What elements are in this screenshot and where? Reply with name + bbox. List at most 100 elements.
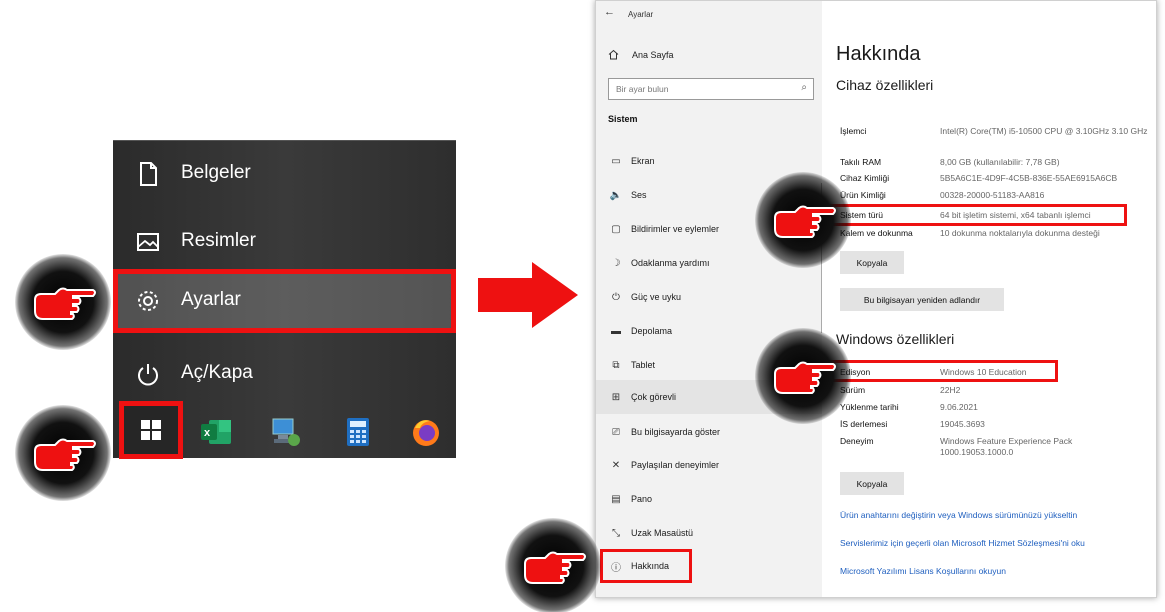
nav-item-label: Tablet — [631, 360, 656, 370]
document-icon — [140, 162, 157, 186]
highlight-box-sistem-turu — [829, 204, 1127, 226]
gear-icon — [138, 291, 158, 311]
search-icon: ⌕ — [801, 82, 807, 93]
nav-item-label: Pano — [631, 494, 653, 504]
arrow-right-icon — [478, 262, 578, 328]
nav-item-label: Odaklanma yardımı — [631, 258, 710, 268]
pictures-icon — [137, 233, 159, 251]
start-item-label: Aç/Kapa — [181, 362, 253, 383]
focus-assist-icon: ☽ — [611, 257, 621, 269]
window-title: Ayarlar — [628, 10, 654, 19]
start-item-belgeler[interactable]: Belgeler — [113, 143, 456, 205]
calculator-icon — [347, 418, 369, 446]
home-icon — [608, 49, 619, 60]
windows-specs-title: Windows özellikleri — [836, 331, 955, 347]
copy-button-device[interactable]: Kopyala — [840, 251, 904, 274]
nav-item-pano[interactable]: ▤ Pano — [596, 482, 822, 516]
settings-content-pane: Hakkında Cihaz özellikleri İşlemci Intel… — [822, 1, 1156, 597]
nav-item-label: Uzak Masaüstü — [631, 528, 694, 538]
nav-section-title: Sistem — [608, 114, 638, 124]
taskbar-excel[interactable]: x — [193, 409, 239, 455]
page-title: Hakkında — [836, 43, 921, 65]
spec-value: 00328-20000-51183-AA816 — [940, 190, 1045, 200]
spec-key: İşlemci — [840, 126, 867, 136]
firefox-icon — [413, 420, 439, 446]
pointer-hand-edisyon — [755, 328, 851, 424]
start-item-ac-kapa[interactable]: Aç/Kapa — [113, 343, 456, 405]
nav-item-guc[interactable]: ⏻ Güç ve uyku — [596, 280, 822, 314]
taskbar: x — [113, 401, 456, 459]
pointing-hand-icon — [774, 361, 836, 394]
spec-value: 19045.3693 — [940, 419, 985, 429]
windows-start-icon — [141, 420, 161, 440]
start-item-ayarlar[interactable]: Ayarlar — [113, 269, 456, 333]
device-specs-title: Cihaz özellikleri — [836, 77, 934, 93]
sound-icon: 🔈 — [609, 189, 623, 201]
pointing-hand-icon — [524, 551, 586, 584]
start-button[interactable] — [119, 401, 183, 459]
highlight-box-edisyon — [829, 360, 1058, 382]
tutorial-composite: Belgeler Resimler Ayarlar Aç/Kapa x ← Ay… — [0, 0, 1165, 612]
start-item-label: Ayarlar — [181, 289, 241, 310]
remote-desktop-icon: ⤡ — [612, 527, 620, 539]
svg-text:x: x — [204, 427, 211, 439]
spec-value: 5B5A6C1E-4D9F-4C5B-836E-55AE6915A6CB — [940, 173, 1118, 183]
nav-home[interactable]: Ana Sayfa — [608, 49, 674, 60]
pointing-hand-icon — [34, 287, 96, 320]
nav-item-label: Ses — [631, 190, 647, 200]
link-product-key[interactable]: Ürün anahtarını değiştirin veya Windows … — [840, 510, 1077, 520]
spec-value: 8,00 GB (kullanılabilir: 7,78 GB) — [940, 157, 1060, 167]
settings-window: ← Ayarlar Ana Sayfa Bir ayar bulun ⌕ Sis… — [595, 0, 1157, 598]
nav-item-label: Ekran — [631, 156, 655, 166]
pointer-hand-hakkinda — [505, 518, 601, 612]
back-arrow-icon[interactable]: ← — [604, 6, 615, 18]
power-sleep-icon: ⏻ — [612, 291, 620, 303]
spec-key: Yüklenme tarihi — [840, 402, 899, 412]
nav-item-label: Bildirimler ve eylemler — [631, 224, 720, 234]
nav-item-ekran[interactable]: ▭ Ekran — [596, 144, 822, 178]
rename-pc-button[interactable]: Bu bilgisayarı yeniden adlandır — [840, 288, 1004, 311]
spec-value: Windows Feature Experience Pack 1000.190… — [940, 436, 1073, 457]
spec-key: İS derlemesi — [840, 419, 888, 429]
start-menu: Belgeler Resimler Ayarlar Aç/Kapa x — [113, 140, 456, 459]
multitasking-icon: ⊞ — [611, 391, 621, 403]
highlight-box-hakkinda — [600, 549, 692, 583]
spec-value: Intel(R) Core(TM) i5-10500 CPU @ 3.10GHz… — [940, 126, 1148, 136]
pointing-hand-icon — [34, 438, 96, 471]
nav-item-uzak-masaustu[interactable]: ⤡ Uzak Masaüstü — [596, 516, 822, 550]
pointer-hand-ayarlar — [15, 254, 111, 350]
link-license-terms[interactable]: Microsoft Yazılımı Lisans Koşullarını ok… — [840, 566, 1006, 576]
nav-item-label: Bu bilgisayarda göster — [631, 427, 721, 437]
settings-search-input[interactable]: Bir ayar bulun ⌕ — [608, 78, 814, 100]
shared-experiences-icon: ✕ — [611, 459, 621, 471]
spec-key: Ürün Kimliği — [840, 190, 886, 200]
spec-value: 22H2 — [940, 385, 961, 395]
copy-button-windows[interactable]: Kopyala — [840, 472, 904, 495]
spec-key: Cihaz Kimliği — [840, 173, 890, 183]
settings-nav-pane: ← Ayarlar Ana Sayfa Bir ayar bulun ⌕ Sis… — [596, 1, 822, 597]
taskbar-this-pc[interactable] — [263, 409, 309, 455]
nav-home-label: Ana Sayfa — [632, 49, 674, 60]
notifications-icon: ▢ — [611, 223, 621, 235]
taskbar-firefox[interactable] — [403, 409, 449, 455]
nav-item-label: Depolama — [631, 326, 673, 336]
excel-icon: x — [201, 420, 231, 444]
pointing-hand-icon — [774, 205, 836, 238]
pointer-hand-start — [15, 405, 111, 501]
nav-item-label: Çok görevli — [631, 392, 677, 402]
spec-key: Kalem ve dokunma — [840, 228, 913, 238]
clipboard-icon: ▤ — [611, 493, 621, 505]
spec-key: Deneyim — [840, 436, 874, 446]
projecting-icon: ⎚ — [612, 426, 620, 438]
spec-value: 9.06.2021 — [940, 402, 978, 412]
nav-item-paylasilan[interactable]: ✕ Paylaşılan deneyimler — [596, 448, 822, 482]
storage-icon: ▬ — [611, 325, 621, 337]
start-item-resimler[interactable]: Resimler — [113, 211, 456, 273]
search-placeholder: Bir ayar bulun — [616, 84, 669, 94]
spec-key: Takılı RAM — [840, 157, 882, 167]
power-icon — [138, 364, 158, 386]
start-item-label: Belgeler — [181, 162, 251, 183]
link-service-agreement[interactable]: Servislerimiz için geçerli olan Microsof… — [840, 538, 1085, 548]
taskbar-calculator[interactable] — [335, 409, 381, 455]
this-pc-icon — [272, 418, 300, 446]
